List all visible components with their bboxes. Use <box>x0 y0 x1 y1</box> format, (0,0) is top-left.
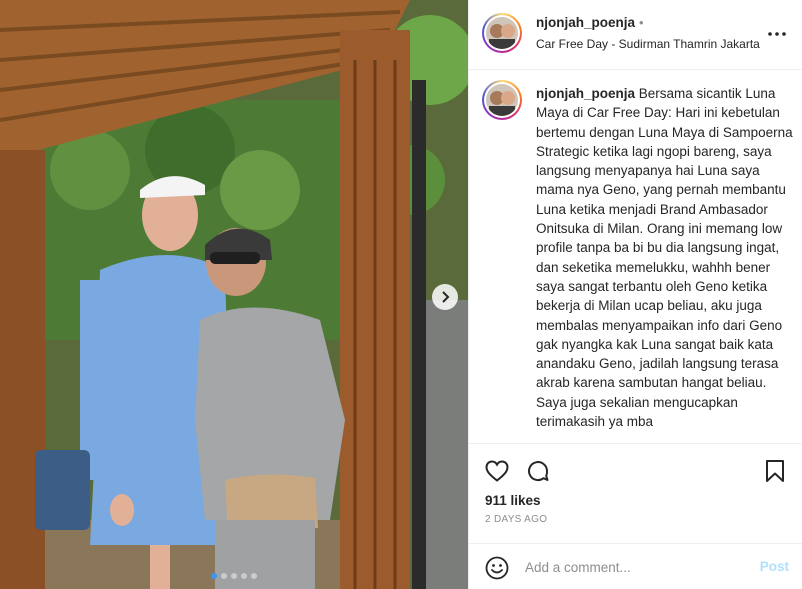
avatar[interactable] <box>482 13 522 53</box>
like-button[interactable] <box>484 458 510 484</box>
post-photo <box>0 0 468 589</box>
carousel-dot <box>231 573 237 579</box>
chevron-right-icon <box>442 291 450 303</box>
post-detail-panel: njonjah_poenja • Car Free Day - Sudirman … <box>468 0 802 589</box>
smiley-icon <box>485 556 509 580</box>
header-username[interactable]: njonjah_poenja <box>536 15 635 30</box>
likes-count[interactable]: 911 likes <box>485 493 541 508</box>
post-timestamp[interactable]: 2 DAYS AGO <box>485 514 547 525</box>
header-separator: • <box>639 15 644 30</box>
post-photo-carousel[interactable] <box>0 0 468 589</box>
carousel-dot <box>251 573 257 579</box>
avatar-image <box>486 84 518 116</box>
emoji-button[interactable] <box>485 556 509 580</box>
comment-bubble-icon <box>528 461 549 482</box>
more-options-button[interactable] <box>767 24 787 44</box>
bookmark-icon <box>766 460 784 482</box>
comment-button[interactable] <box>525 458 551 484</box>
post-actions: 911 likes 2 DAYS AGO <box>469 443 802 543</box>
comment-input[interactable] <box>525 556 745 578</box>
add-comment-bar: Post <box>469 543 802 589</box>
carousel-dot <box>211 573 217 579</box>
post-location[interactable]: Car Free Day - Sudirman Thamrin Jakarta <box>536 37 760 51</box>
carousel-dot <box>241 573 247 579</box>
caption-username[interactable]: njonjah_poenja <box>536 86 635 101</box>
avatar-image <box>486 17 518 49</box>
post-comment-button[interactable]: Post <box>760 559 789 574</box>
caption-avatar[interactable] <box>482 80 522 120</box>
save-button[interactable] <box>762 458 788 484</box>
post-header: njonjah_poenja • Car Free Day - Sudirman … <box>469 0 802 70</box>
carousel-dot <box>221 573 227 579</box>
carousel-next-button[interactable] <box>432 284 458 310</box>
post-caption: njonjah_poenja Bersama sicantik Luna May… <box>536 84 798 431</box>
more-horizontal-icon <box>768 32 786 36</box>
comments-section[interactable]: njonjah_poenja Bersama sicantik Luna May… <box>469 71 802 443</box>
caption-text: Bersama sicantik Luna Maya di Car Free D… <box>536 86 793 430</box>
carousel-indicator <box>0 573 468 579</box>
heart-icon <box>485 460 509 482</box>
